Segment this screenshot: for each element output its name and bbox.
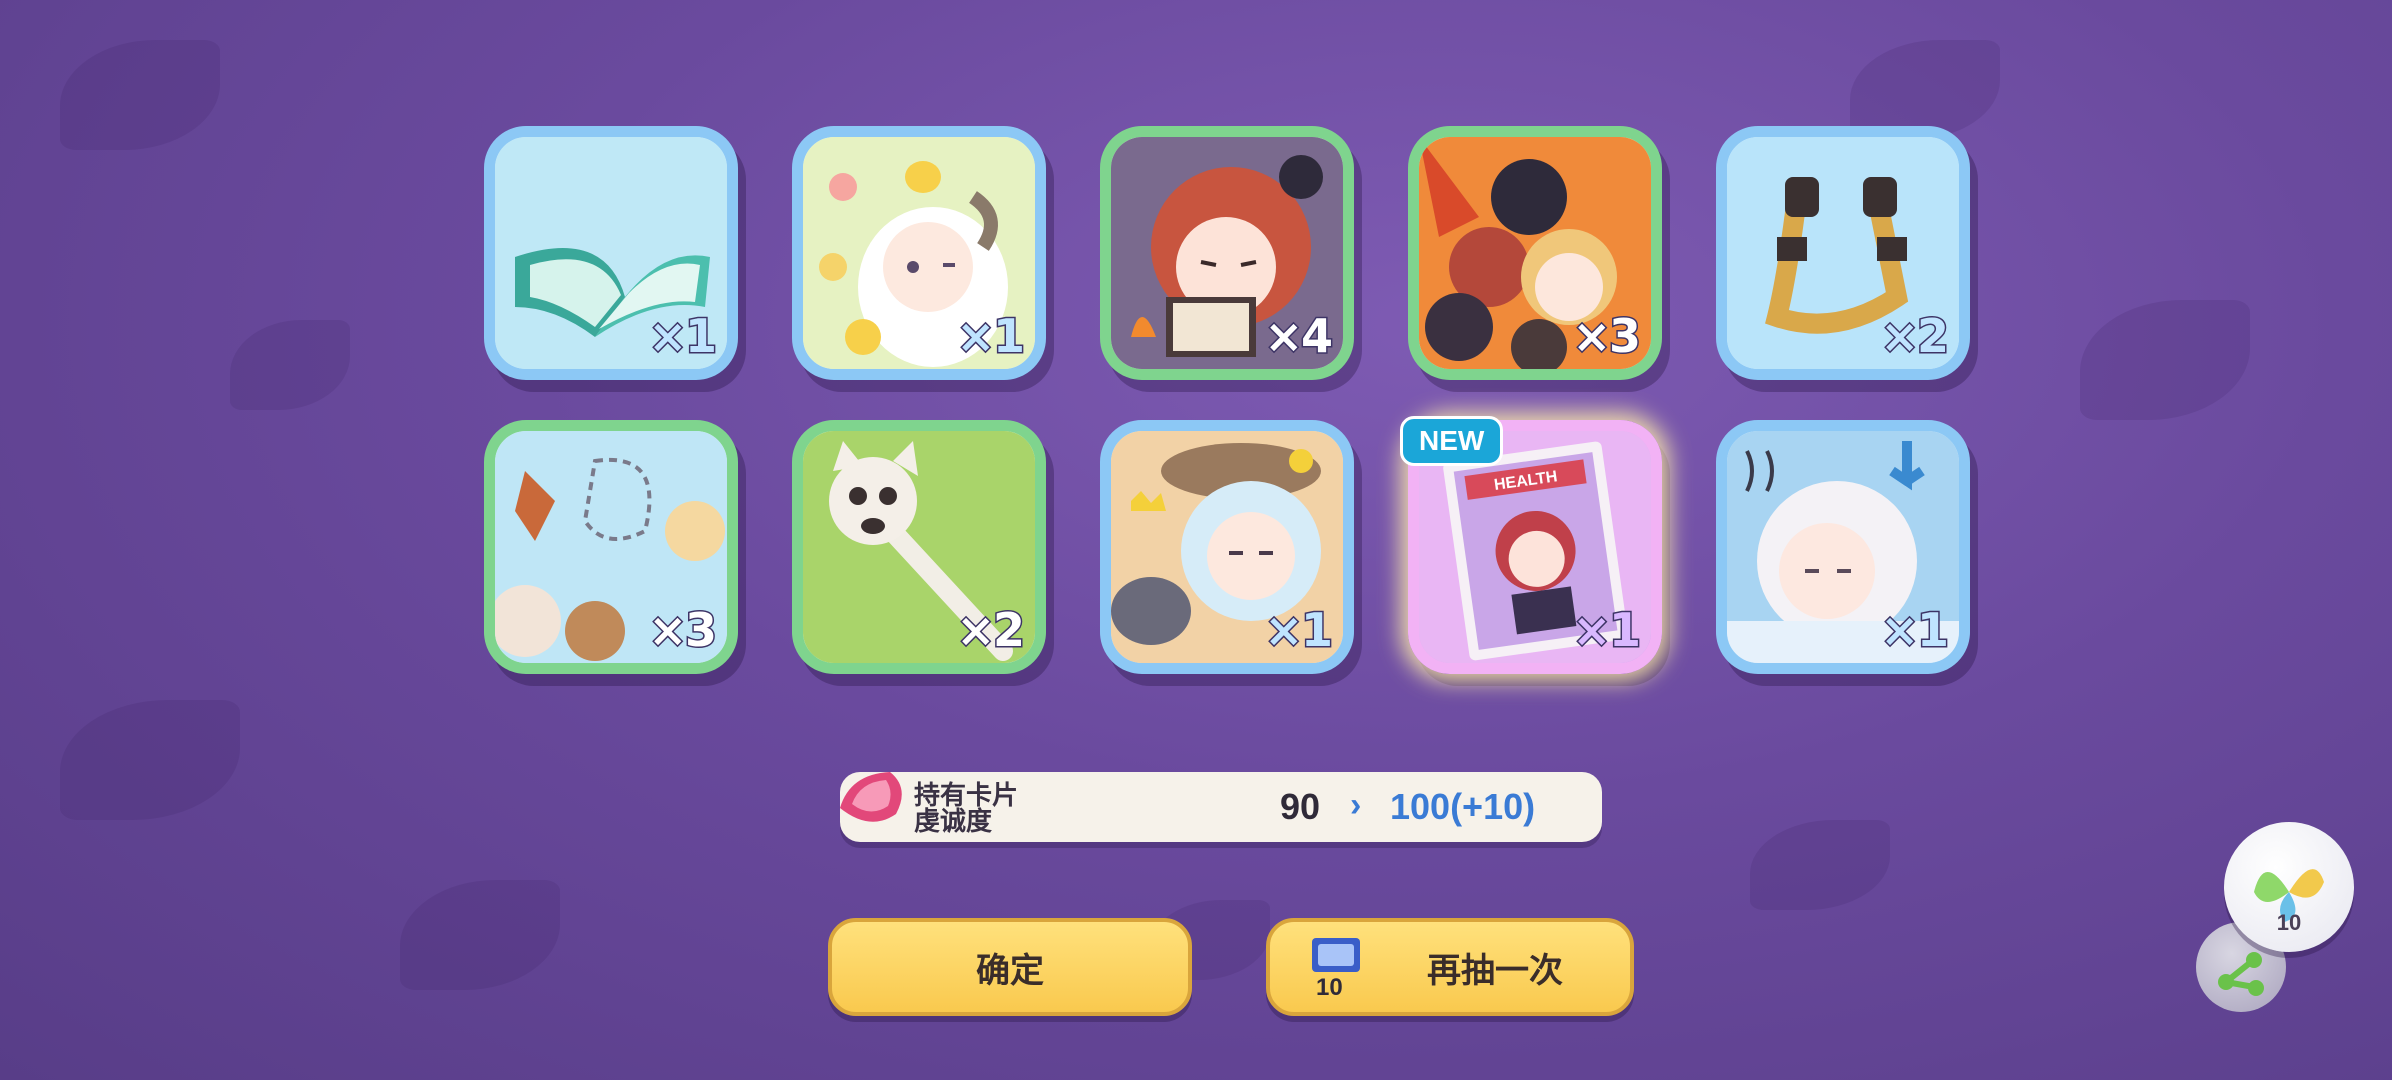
ticket-count: 10 (1316, 974, 1343, 1001)
loyalty-bar: 持有卡片 虔诚度 90 › 100(+10) (840, 772, 1602, 842)
draw-again-button[interactable]: 10 再抽一次 (1266, 918, 1634, 1016)
gem-icon (840, 772, 902, 822)
reward-card-sheep-girl[interactable]: ×1 (792, 126, 1046, 380)
confirm-button-label: 确定 (976, 951, 1044, 990)
quantity-label: ×1 (1263, 602, 1335, 659)
quantity-label: ×1 (1571, 602, 1643, 659)
reward-card-book[interactable]: ×1 (484, 126, 738, 380)
reward-grid: ×1 ×1 ×4 ×3 ×2 ×3 ×2 ×1 HEALTH ×1 ×1 (484, 126, 1972, 676)
new-badge: NEW (1400, 416, 1504, 466)
quantity-label: ×2 (955, 602, 1027, 659)
arrow-right-icon: › (1350, 786, 1362, 824)
reward-card-cat-staff[interactable]: ×2 (792, 420, 1046, 674)
reward-card-reading-girl[interactable]: ×4 (1100, 126, 1354, 380)
confirm-button[interactable]: 确定 (828, 918, 1192, 1016)
loyalty-label: 持有卡片 虔诚度 (914, 780, 1019, 836)
quantity-label: ×4 (1263, 308, 1335, 365)
butterfly-currency-button[interactable]: 10 (2224, 822, 2354, 952)
quantity-label: ×1 (955, 308, 1027, 365)
quantity-label: ×2 (1879, 308, 1951, 365)
ticket-icon (1312, 938, 1360, 972)
loyalty-current-value: 90 (1280, 786, 1321, 827)
reward-card-sleepy-girl[interactable]: ×1 (1716, 420, 1970, 674)
quantity-label: ×3 (647, 602, 719, 659)
reward-card-straps[interactable]: ×2 (1716, 126, 1970, 380)
draw-again-label: 再抽一次 (1427, 951, 1563, 990)
reward-card-chase[interactable]: ×3 (484, 420, 738, 674)
quantity-label: ×1 (647, 308, 719, 365)
reward-card-silver-girl[interactable]: ×1 (1100, 420, 1354, 674)
butterfly-count: 10 (2276, 910, 2302, 935)
quantity-label: ×3 (1571, 308, 1643, 365)
quantity-label: ×1 (1879, 602, 1951, 659)
loyalty-next-value: 100(+10) (1390, 786, 1536, 827)
reward-card-group-fire[interactable]: ×3 (1408, 126, 1662, 380)
